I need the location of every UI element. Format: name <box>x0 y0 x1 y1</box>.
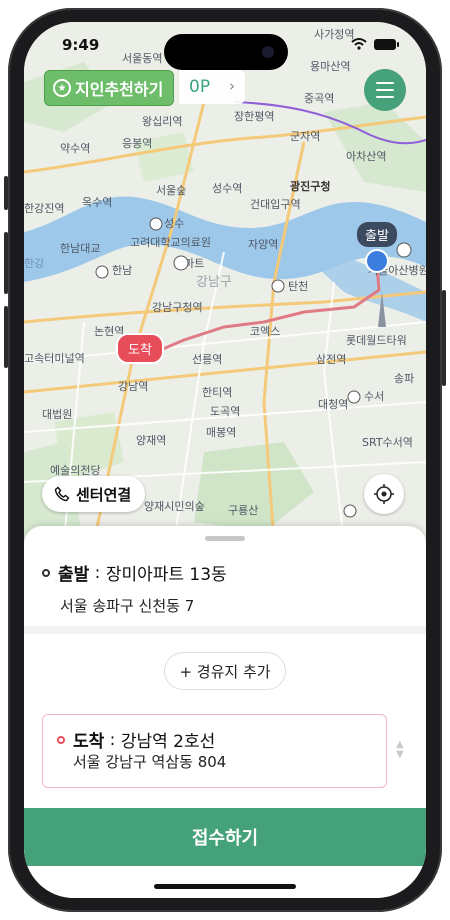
dynamic-island <box>164 34 288 70</box>
sheet-handle[interactable] <box>205 536 245 541</box>
divider <box>24 626 426 634</box>
status-bar: 9:49 <box>24 22 426 70</box>
map-label: 응봉역 <box>122 137 152 150</box>
start-pin-label: 출발 <box>357 222 397 247</box>
separator: : <box>89 562 106 583</box>
map-label: 양재시민의숲 <box>144 500 205 513</box>
star-icon: ★ <box>53 79 71 97</box>
center-connect-label: 센터연결 <box>76 485 132 504</box>
referral-button[interactable]: ★ 지인추천하기 <box>44 70 175 106</box>
map-label: 양재역 <box>136 434 166 447</box>
map-label: 코엑스 <box>250 325 280 338</box>
wifi-icon <box>351 38 367 50</box>
map-label: 성수역 <box>212 182 242 195</box>
phone-icon <box>54 486 70 502</box>
volume-down-button <box>4 306 8 368</box>
map-label: 한남대교 <box>60 242 100 255</box>
map-label: 아차산역 <box>346 150 386 163</box>
start-pin[interactable]: 출발 <box>357 222 397 273</box>
dest-place: 강남역 2호선 <box>120 732 216 752</box>
status-time: 9:49 <box>62 36 100 54</box>
map-label: 광진구청 <box>290 179 330 193</box>
map-label: 한티역 <box>202 386 232 399</box>
map-label: 약수역 <box>60 141 90 155</box>
map-label: 성수 <box>164 217 184 230</box>
map-label: 롯데월드타워 <box>346 334 407 347</box>
start-address: 서울 송파구 신천동 7 <box>60 597 195 615</box>
map-label: 구룡산 <box>228 504 258 517</box>
camera-icon <box>262 46 274 58</box>
map-label: 옥수역 <box>82 196 112 209</box>
referral-label: 지인추천하기 <box>75 80 164 99</box>
map-label: 강남구청역 <box>152 301 203 314</box>
map-label: 왕십리역 <box>142 115 182 128</box>
map-label: 송파 <box>394 372 414 385</box>
reorder-handle-icon[interactable]: ▲ ▼ <box>396 740 404 760</box>
destination-location[interactable]: 도착 : 강남역 2호선 서울 강남구 역삼동 804 <box>42 714 387 788</box>
map-label: SRT수서역 <box>362 436 413 449</box>
start-bullet-icon <box>42 568 50 577</box>
start-location[interactable]: 출발 : 장미아파트 13동 서울 송파구 신천동 7 <box>42 560 227 616</box>
points-button[interactable]: 0P › <box>179 70 245 104</box>
start-pin-dot <box>364 249 389 273</box>
points-label: 0P <box>189 77 211 97</box>
map-label: 대법원 <box>42 408 72 421</box>
center-connect-button[interactable]: 센터연결 <box>42 476 146 512</box>
end-pin[interactable]: 도착 <box>116 333 164 364</box>
hamburger-icon <box>376 82 394 84</box>
map-label: 탄천 <box>288 279 308 293</box>
power-button <box>442 290 446 386</box>
submit-button[interactable]: 접수하기 <box>24 808 426 866</box>
home-indicator[interactable] <box>154 884 296 889</box>
map-label: 대청역 <box>318 398 348 411</box>
chevron-right-icon: › <box>229 77 235 95</box>
dest-bullet-icon <box>57 735 65 744</box>
map-label: 강남역 <box>118 380 148 393</box>
dest-title: 도착 <box>73 732 105 752</box>
map-label: 고려대학교의료원 <box>130 236 211 249</box>
screen: 사가정역 서울동역 용마산역 왕십리역 장한평역 중곡역 군자역 약수역 응봉역… <box>24 22 426 898</box>
start-title: 출발 <box>58 565 90 585</box>
map-label: 장한평역 <box>234 110 274 123</box>
locate-icon <box>374 484 394 504</box>
map-label: 한강진역 <box>24 202 64 215</box>
volume-up-button <box>4 232 8 294</box>
route-sheet: 출발 : 장미아파트 13동 서울 송파구 신천동 7 + 경유지 추가 도착 … <box>24 526 426 898</box>
mute-switch <box>4 176 8 210</box>
battery-icon <box>374 39 399 50</box>
map-label: 서울숲 <box>156 184 186 197</box>
map-label: 삼전역 <box>316 353 346 366</box>
map-label: 군자역 <box>290 130 320 143</box>
map-label: 도곡역 <box>210 405 240 418</box>
map-label: 한남 <box>112 264 132 277</box>
locate-button[interactable] <box>364 474 404 514</box>
map-label: 자양역 <box>248 238 278 251</box>
map-label: 한강 <box>24 257 44 270</box>
map-label: 강남구 <box>196 275 232 290</box>
start-place: 장미아파트 13동 <box>105 565 227 585</box>
map-label: 선릉역 <box>192 353 222 366</box>
map-label: 매봉역 <box>206 426 236 439</box>
map-label: 수서 <box>364 390 384 403</box>
menu-button[interactable] <box>364 69 406 111</box>
status-icons <box>350 36 400 52</box>
map-label: 고속터미널역 <box>24 352 85 365</box>
separator: : <box>104 729 121 750</box>
add-waypoint-button[interactable]: + 경유지 추가 <box>164 652 286 690</box>
map-label: 중곡역 <box>304 92 334 105</box>
dest-address: 서울 강남구 역삼동 804 <box>73 753 227 771</box>
map-label: 건대입구역 <box>250 198 301 211</box>
